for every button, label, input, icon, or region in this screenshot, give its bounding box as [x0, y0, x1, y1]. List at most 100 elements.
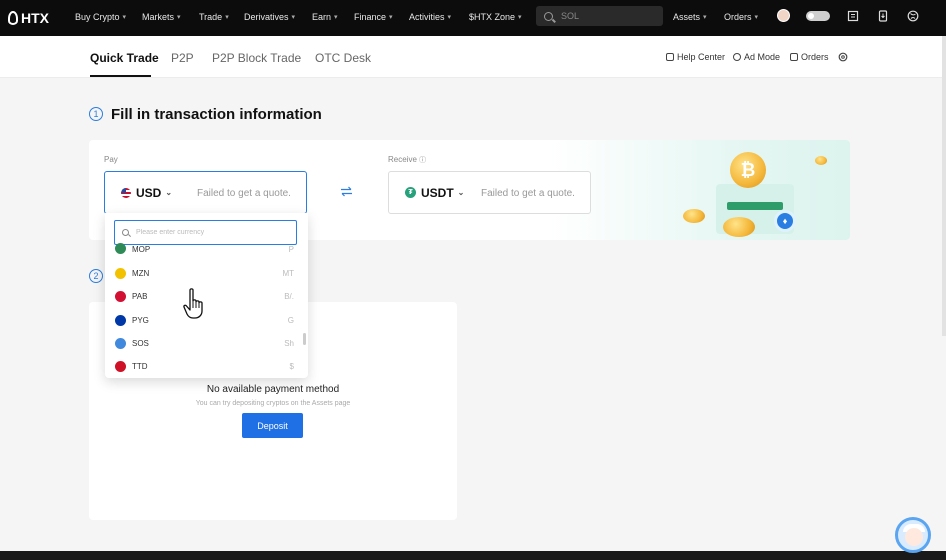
swap-arrows-icon — [340, 186, 352, 196]
pyg-flag-icon — [115, 314, 126, 326]
pay-currency-select[interactable]: USD ⌄ — [121, 186, 172, 200]
chevron-down-icon: ▾ — [334, 14, 338, 21]
currency-symbol: $ — [289, 361, 294, 371]
eth-coin-icon: ♦ — [774, 210, 796, 232]
step-2-number: 2 — [89, 269, 103, 283]
hand-cursor-icon — [183, 288, 203, 319]
bitcoin-coin-icon: ₿ — [730, 152, 766, 188]
coin-icon — [683, 209, 705, 223]
currency-code: MZN — [132, 268, 150, 278]
chevron-down-icon: ▾ — [177, 14, 181, 21]
currency-code: PAB — [132, 291, 148, 301]
nav-activities[interactable]: Activities ▾ — [409, 12, 451, 22]
nav-finance[interactable]: Finance ▾ — [354, 12, 393, 22]
search-placeholder: SOL — [561, 11, 580, 21]
user-avatar[interactable] — [777, 9, 790, 22]
receive-currency-select[interactable]: ₮ USDT ⌄ — [405, 186, 464, 200]
pay-label: Pay — [104, 155, 118, 164]
chevron-down-icon: ▾ — [389, 14, 393, 21]
sub-nav: Quick Trade P2P P2P Block Trade OTC Desk… — [0, 36, 946, 78]
nav-earn[interactable]: Earn ▾ — [312, 12, 338, 22]
orders-link[interactable]: Orders — [790, 52, 829, 62]
page-scrollbar[interactable] — [942, 36, 946, 336]
tab-p2p-block-trade[interactable]: P2P Block Trade — [212, 51, 301, 65]
theme-toggle[interactable] — [806, 11, 830, 21]
deposit-button[interactable]: Deposit — [242, 413, 303, 438]
ad-icon — [733, 53, 741, 61]
search-input[interactable]: SOL — [536, 6, 663, 26]
ad-mode-link[interactable]: Ad Mode — [733, 52, 780, 62]
nav-derivatives[interactable]: Derivatives ▾ — [244, 12, 295, 22]
chevron-down-icon: ▾ — [518, 14, 522, 21]
top-nav: HTX Buy Crypto ▾ Markets ▾ Trade ▾ Derivatives… — [0, 0, 946, 36]
htx-logo[interactable]: HTX — [8, 10, 70, 26]
chevron-down-icon: ▾ — [447, 14, 452, 21]
pab-flag-icon — [115, 290, 126, 302]
currency-search-input[interactable] — [136, 229, 286, 236]
chevron-down-icon: ⌄ — [457, 188, 465, 197]
currency-option-mop[interactable]: MOP P — [105, 242, 300, 254]
swap-button[interactable] — [335, 180, 357, 202]
ttd-flag-icon — [115, 360, 126, 372]
notes-icon[interactable] — [847, 10, 859, 22]
nav-markets[interactable]: Markets ▾ — [142, 12, 181, 22]
currency-code: PYG — [132, 315, 149, 325]
nav-buy-crypto[interactable]: Buy Crypto ▾ — [75, 12, 126, 22]
footer-bar — [0, 551, 946, 560]
receive-field[interactable]: ₮ USDT ⌄ Failed to get a quote. — [388, 171, 591, 214]
step-1-title: Fill in transaction information — [111, 106, 322, 123]
currency-code: MOP — [132, 245, 151, 254]
download-icon[interactable] — [877, 10, 889, 22]
mop-flag-icon — [115, 243, 126, 254]
search-icon — [544, 11, 553, 21]
currency-code: SOS — [132, 338, 149, 348]
dropdown-scrollbar[interactable] — [303, 333, 306, 345]
htx-flame-icon — [8, 11, 18, 25]
chevron-down-icon: ▾ — [225, 14, 229, 21]
active-tab-indicator — [90, 75, 151, 77]
orders-icon — [790, 53, 798, 61]
nav-htx-zone[interactable]: $HTX Zone ▾ — [469, 12, 522, 22]
chevron-down-icon: ▾ — [291, 14, 296, 21]
currency-code: TTD — [132, 361, 148, 371]
currency-symbol: G — [287, 315, 294, 325]
nav-orders[interactable]: Orders ▾ — [724, 12, 758, 22]
currency-option-mzn[interactable]: MZN MT — [105, 262, 300, 284]
pay-field[interactable]: USD ⌄ Failed to get a quote. — [104, 171, 307, 214]
chevron-down-icon: ▾ — [703, 14, 707, 21]
tab-quick-trade[interactable]: Quick Trade — [90, 51, 159, 65]
receive-quote-status: Failed to get a quote. — [481, 188, 575, 199]
tab-otc-desk[interactable]: OTC Desk — [315, 51, 371, 65]
chevron-down-icon: ▾ — [122, 14, 127, 21]
usdt-icon: ₮ — [405, 187, 416, 198]
help-center-link[interactable]: Help Center — [666, 52, 725, 62]
settings-gear-icon[interactable] — [838, 52, 848, 62]
promo-banner — [550, 140, 850, 240]
tab-p2p[interactable]: P2P — [171, 51, 194, 65]
pay-quote-status: Failed to get a quote. — [197, 188, 291, 199]
chevron-down-icon: ⌄ — [165, 188, 173, 197]
nav-assets[interactable]: Assets ▾ — [673, 12, 707, 22]
support-chat-avatar[interactable] — [895, 517, 931, 553]
coin-icon — [815, 156, 827, 165]
currency-symbol: P — [288, 245, 294, 254]
currency-symbol: B/. — [284, 291, 294, 301]
currency-symbol: MT — [282, 268, 294, 278]
currency-option-sos[interactable]: SOS Sh — [105, 332, 300, 354]
us-flag-icon — [121, 187, 131, 198]
no-payment-title: No available payment method — [206, 384, 340, 395]
chevron-down-icon: ▾ — [754, 14, 759, 21]
currency-symbol: Sh — [284, 338, 294, 348]
nav-trade[interactable]: Trade ▾ — [199, 12, 229, 22]
search-icon — [122, 229, 129, 236]
receive-label: Receive ⓘ — [388, 155, 427, 164]
coin-icon — [723, 217, 755, 237]
book-icon — [666, 53, 674, 61]
no-payment-subtitle: You can try depositing cryptos on the As… — [195, 400, 351, 407]
deposit-slot-illustration — [727, 202, 783, 210]
currency-option-ttd[interactable]: TTD $ — [105, 355, 300, 377]
sos-flag-icon — [115, 337, 126, 349]
step-1-number: 1 — [89, 107, 103, 121]
mzn-flag-icon — [115, 267, 126, 279]
globe-icon[interactable] — [907, 10, 919, 22]
